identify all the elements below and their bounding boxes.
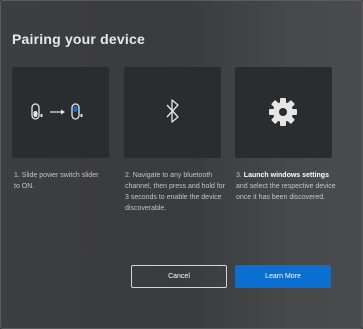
gear-icon bbox=[269, 98, 297, 126]
step-2-text: 2. Navigate to any bluetooth channel, th… bbox=[125, 172, 226, 212]
dialog-title: Pairing your device bbox=[12, 31, 145, 47]
pairing-dialog: Pairing your device 1. Slide power switc… bbox=[0, 0, 363, 329]
step-3-prefix: 3. bbox=[236, 172, 244, 179]
launch-settings-label: Launch windows settings bbox=[243, 172, 329, 179]
learn-more-button[interactable]: Learn More bbox=[235, 265, 331, 288]
step-3-text: 3. Launch windows settings and select th… bbox=[236, 170, 336, 203]
step-3-suffix: and select the respective device once it… bbox=[236, 183, 336, 201]
step-1-text: 1. Slide power switch slider to ON. bbox=[14, 172, 99, 190]
step-1-card bbox=[12, 67, 109, 158]
bluetooth-icon bbox=[166, 99, 179, 123]
step-3-card bbox=[235, 67, 332, 158]
cancel-button[interactable]: Cancel bbox=[131, 265, 227, 288]
step-2-card bbox=[124, 67, 221, 158]
power-switch-slide-icon bbox=[31, 103, 83, 120]
